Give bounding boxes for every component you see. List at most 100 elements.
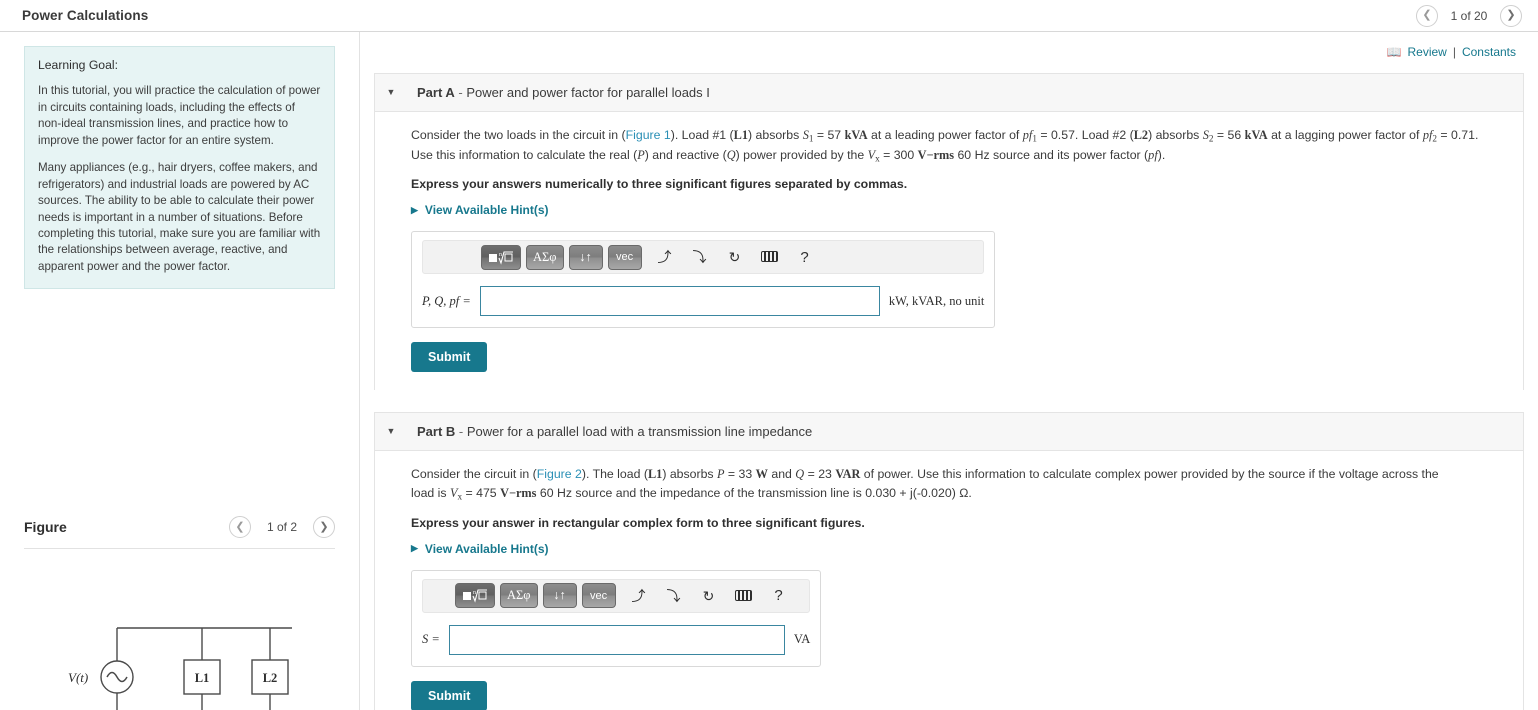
part-a-instruction: Express your answers numerically to thre… xyxy=(411,177,908,192)
main-layout: Learning Goal: In this tutorial, you wil… xyxy=(0,32,1538,710)
page-title: Power Calculations xyxy=(22,8,149,23)
redo-icon[interactable]: ⤵ xyxy=(662,589,686,603)
part-b-hints-toggle[interactable]: ▶ View Available Hint(s) xyxy=(411,542,1505,556)
part-a-math-toolbar: n ΑΣφ ↓↑ vec ⤴ ⤵ ↻ ? xyxy=(422,240,985,275)
redo-icon[interactable]: ⤵ xyxy=(688,250,712,264)
part-a-name: Part A xyxy=(417,85,455,100)
part-b-collapse-caret[interactable]: ▼ xyxy=(385,427,397,436)
keyboard-icon[interactable] xyxy=(732,589,756,603)
pager-prev-button[interactable]: ❮ xyxy=(1416,4,1438,27)
math-updown-button[interactable]: ↓↑ xyxy=(542,583,577,609)
part-b-subtitle: Power for a parallel load with a transmi… xyxy=(466,424,813,440)
figure-1-link[interactable]: Figure 1 xyxy=(626,128,671,142)
figure-2-link[interactable]: Figure 2 xyxy=(537,467,582,481)
help-icon[interactable]: ? xyxy=(767,588,791,603)
chevron-left-icon: ❮ xyxy=(235,520,245,533)
learning-goal-title: Learning Goal: xyxy=(38,58,118,72)
math-vector-button[interactable]: vec xyxy=(607,244,642,270)
content-pane: 📖 Review | Constants ▼ Part A - Power an… xyxy=(360,32,1538,710)
root-template-icon: n xyxy=(463,589,487,604)
part-b-title: Part B - Power for a parallel load with … xyxy=(417,424,812,439)
review-separator: | xyxy=(1452,45,1456,59)
part-a-question-text: Consider the two loads in the circuit in… xyxy=(411,128,1479,163)
chevron-left-icon: ❮ xyxy=(1422,9,1432,21)
math-updown-button[interactable]: ↓↑ xyxy=(568,244,603,270)
part-a-header[interactable]: ▼ Part A - Power and power factor for pa… xyxy=(375,74,1523,112)
part-a-subtitle: Power and power factor for parallel load… xyxy=(466,85,710,100)
svg-text:n: n xyxy=(473,590,476,596)
constants-link[interactable]: Constants xyxy=(1462,45,1516,59)
undo-icon[interactable]: ⤴ xyxy=(627,589,651,603)
part-b-input-row: S = VA xyxy=(422,624,811,655)
chevron-right-icon: ❯ xyxy=(1506,9,1516,21)
part-a-body: Consider the two loads in the circuit in… xyxy=(375,112,1523,390)
book-icon: 📖 xyxy=(1386,45,1402,59)
figure-body: V(t) L1 L2 xyxy=(24,554,335,710)
part-a-input-row: P, Q, pf = kW, kVAR, no unit xyxy=(422,286,984,317)
pager-next-button[interactable]: ❯ xyxy=(1500,4,1522,27)
review-constants-bar: 📖 Review | Constants xyxy=(360,32,1538,59)
part-a-s1-unit: kVA xyxy=(844,128,868,142)
figure-pager: ❮ 1 of 2 ❯ xyxy=(229,516,335,538)
circuit-load2-label: L2 xyxy=(263,671,278,685)
root-template-icon: n xyxy=(489,251,513,265)
part-b-vz: 475 xyxy=(476,486,497,501)
part-b-instruction: Express your answer in rectangular compl… xyxy=(411,515,865,530)
top-bar: Power Calculations ❮ 1 of 20 ❯ xyxy=(0,0,1538,32)
reset-icon[interactable]: ↻ xyxy=(697,589,721,603)
math-greek-button[interactable]: ΑΣφ xyxy=(526,244,564,270)
part-b-section: ▼ Part B - Power for a parallel load wit… xyxy=(374,412,1524,710)
math-greek-button[interactable]: ΑΣφ xyxy=(500,583,538,609)
part-a-s2: 56 xyxy=(1227,128,1242,142)
pager-label: 1 of 20 xyxy=(1450,8,1488,23)
part-b-name: Part B xyxy=(417,424,456,440)
part-b-submit-button[interactable]: Submit xyxy=(411,680,488,710)
learning-goal-paragraph-1: In this tutorial, you will practice the … xyxy=(38,84,321,147)
part-b-vz-unit: V−rms xyxy=(500,486,537,501)
assignment-pager: ❮ 1 of 20 ❯ xyxy=(1416,4,1522,27)
part-b-answer-units: VA xyxy=(793,632,811,647)
math-template-button[interactable]: n xyxy=(455,583,495,609)
math-template-button[interactable]: n xyxy=(481,244,521,270)
learning-goal-box: Learning Goal: In this tutorial, you wil… xyxy=(24,46,335,290)
part-b-answer-input[interactable] xyxy=(448,624,785,655)
part-a-hints-toggle[interactable]: ▶ View Available Hint(s) xyxy=(411,203,1505,217)
part-b-header[interactable]: ▼ Part B - Power for a parallel load wit… xyxy=(375,413,1523,452)
part-b-p-unit: W xyxy=(755,467,768,482)
part-b-load1: L1 xyxy=(647,467,663,482)
learning-goal-paragraph-2: Many appliances (e.g., hair dryers, coff… xyxy=(38,161,321,273)
part-a-s1: 57 xyxy=(827,128,842,142)
part-b-question-text: Consider the circuit in (Figure 2). The … xyxy=(411,467,1439,502)
figure-title: Figure xyxy=(24,519,67,535)
part-b-q-unit: VAR xyxy=(835,467,861,482)
figure-next-button[interactable]: ❯ xyxy=(313,516,335,538)
part-a-submit-button[interactable]: Submit xyxy=(411,342,488,373)
part-a-section: ▼ Part A - Power and power factor for pa… xyxy=(374,73,1524,391)
part-b-body: Consider the circuit in (Figure 2). The … xyxy=(375,451,1523,710)
figure-prev-button[interactable]: ❮ xyxy=(229,516,251,538)
part-a-pf1: 0.57 xyxy=(1050,128,1075,142)
review-link[interactable]: Review xyxy=(1407,45,1446,59)
part-a-answer-input[interactable] xyxy=(479,286,880,317)
part-b-frequency: 60 Hz xyxy=(539,486,572,501)
chevron-right-icon: ❯ xyxy=(319,520,329,533)
part-b-answer-label: S = xyxy=(422,632,440,647)
part-b-hints-label: View Available Hint(s) xyxy=(424,541,549,556)
part-b-impedance: 0.030 + j(-0.020) Ω xyxy=(865,486,969,501)
part-a-collapse-caret[interactable]: ▼ xyxy=(385,88,397,97)
keyboard-icon[interactable] xyxy=(758,250,782,264)
math-vector-button[interactable]: vec xyxy=(581,583,616,609)
circuit-source-label: V(t) xyxy=(68,670,88,685)
figure-pager-label: 1 of 2 xyxy=(266,520,298,534)
figure-header: Figure ❮ 1 of 2 ❯ xyxy=(24,516,335,549)
circuit-load1-label: L1 xyxy=(195,671,210,685)
help-icon[interactable]: ? xyxy=(793,250,817,265)
part-b-p: 33 xyxy=(738,467,753,482)
part-b-q: 23 xyxy=(818,467,832,482)
reset-icon[interactable]: ↻ xyxy=(723,250,747,264)
undo-icon[interactable]: ⤴ xyxy=(653,250,677,264)
part-a-title: Part A - Power and power factor for para… xyxy=(417,85,710,100)
part-b-math-toolbar: n ΑΣφ ↓↑ vec ⤴ ⤵ ↻ ? xyxy=(422,578,811,613)
part-a-frequency: 60 Hz xyxy=(957,147,990,162)
part-b-answer-box: n ΑΣφ ↓↑ vec ⤴ ⤵ ↻ ? S = VA xyxy=(411,569,822,667)
